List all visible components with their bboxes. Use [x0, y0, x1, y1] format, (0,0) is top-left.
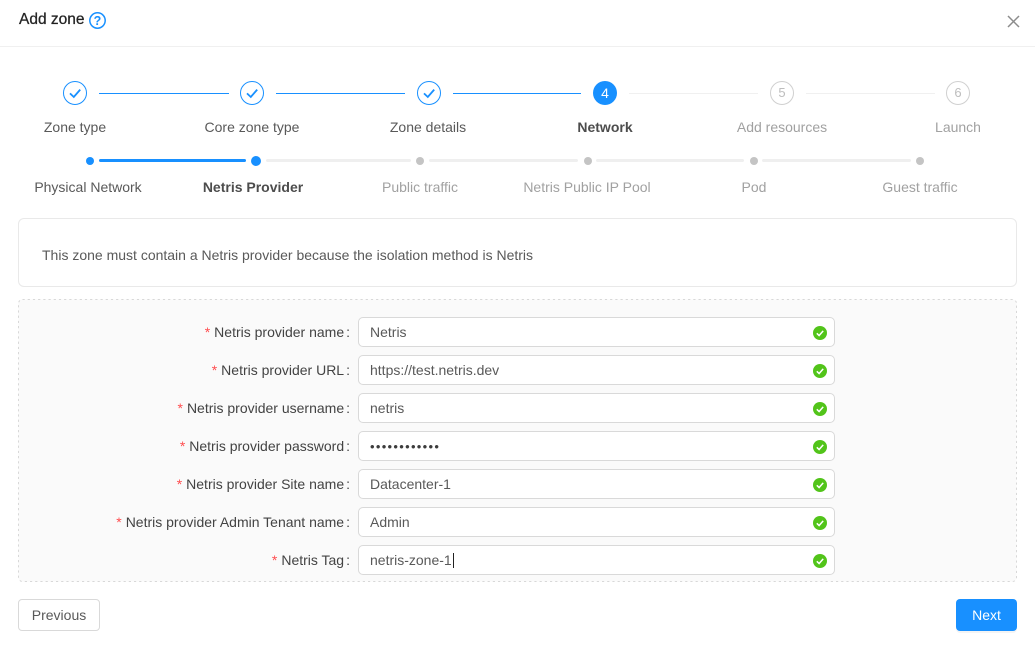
svg-text:?: ?: [94, 14, 102, 28]
